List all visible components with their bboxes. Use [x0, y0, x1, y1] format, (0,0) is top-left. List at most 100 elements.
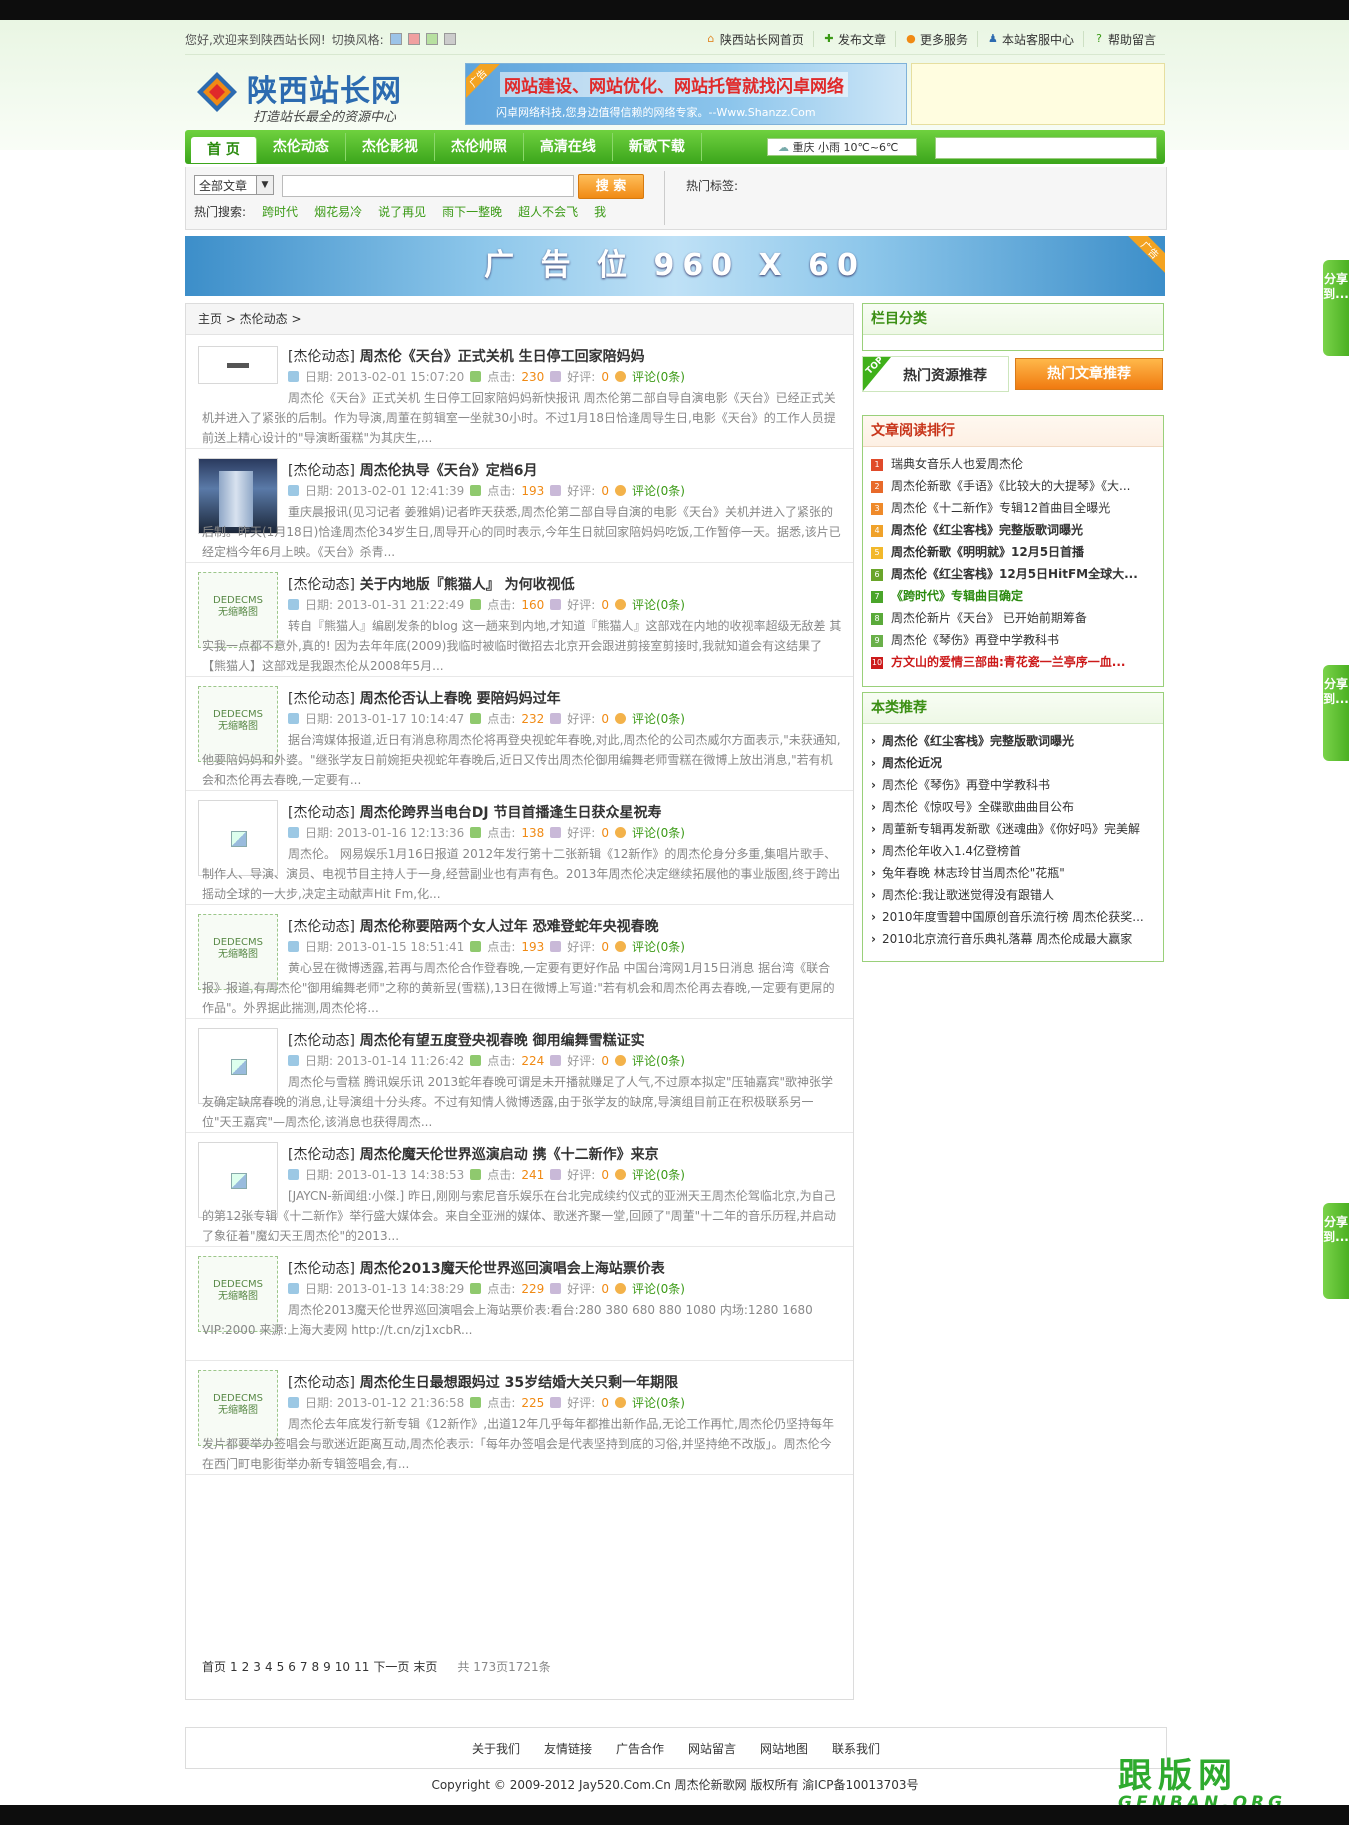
- page-number-link[interactable]: 2: [242, 1652, 250, 1682]
- article-category[interactable]: [杰伦动态]: [288, 577, 355, 593]
- recommend-item[interactable]: 周杰伦:我让歌迷觉得没有跟错人: [871, 884, 1153, 906]
- meta-comments-link[interactable]: 评论(0条): [632, 1394, 685, 1411]
- hot-keyword-5[interactable]: 超人不会飞: [518, 203, 578, 220]
- recommend-item[interactable]: 周董新专辑再发新歌《迷魂曲》《你好吗》完美解: [871, 818, 1153, 840]
- tab-hot-articles[interactable]: 热门文章推荐: [1015, 358, 1163, 390]
- article-category[interactable]: [杰伦动态]: [288, 805, 355, 821]
- page-first-link[interactable]: 首页: [202, 1652, 226, 1682]
- meta-comments-link[interactable]: 评论(0条): [632, 482, 685, 499]
- page-number-link[interactable]: 5: [277, 1652, 285, 1682]
- nav-item-4[interactable]: 杰伦帅照: [435, 133, 524, 161]
- recommend-item[interactable]: 周杰伦《惊叹号》全碟歌曲曲目公布: [871, 796, 1153, 818]
- recommend-item[interactable]: 2010年度雪碧中国原创音乐流行榜 周杰伦获奖...: [871, 906, 1153, 928]
- top-link-3[interactable]: ● 更多服务: [894, 31, 977, 47]
- style-swatch-4[interactable]: [443, 33, 456, 45]
- nav-search-box[interactable]: [935, 137, 1157, 159]
- article-title[interactable]: [杰伦动态] 周杰伦《天台》正式关机 生日停工回家陪妈妈: [288, 346, 645, 366]
- header-ad-banner[interactable]: 广告 网站建设、网站优化、网站托管就找闪卓网络 闪卓网络科技,您身边值得信赖的网…: [465, 63, 907, 125]
- footer-link-1[interactable]: 关于我们: [472, 1740, 520, 1757]
- article-category[interactable]: [杰伦动态]: [288, 1375, 355, 1391]
- article-title[interactable]: [杰伦动态] 周杰伦跨界当电台DJ 节目首播逢生日获众星祝寿: [288, 802, 662, 822]
- ranking-item[interactable]: 6 周杰伦《红尘客栈》12月5日HitFM全球大...: [871, 563, 1153, 585]
- nav-item-3[interactable]: 杰伦影视: [346, 133, 435, 161]
- top-link-4[interactable]: ♟ 本站客服中心: [976, 31, 1083, 47]
- search-input[interactable]: [282, 175, 574, 197]
- article-title[interactable]: [杰伦动态] 周杰伦否认上春晚 要陪妈妈过年: [288, 688, 561, 708]
- share-tab-2[interactable]: 分享到...: [1323, 665, 1349, 761]
- page-number-link[interactable]: 4: [265, 1652, 273, 1682]
- search-button[interactable]: 搜 索: [578, 174, 644, 199]
- article-category[interactable]: [杰伦动态]: [288, 1033, 355, 1049]
- page-number-link[interactable]: 3: [253, 1652, 261, 1682]
- article-title[interactable]: [杰伦动态] 关于内地版『熊猫人』 为何收视低: [288, 574, 575, 594]
- recommend-item[interactable]: 2010北京流行音乐典礼落幕 周杰伦成最大赢家: [871, 928, 1153, 950]
- page-last-link[interactable]: 末页: [413, 1652, 437, 1682]
- article-category[interactable]: [杰伦动态]: [288, 691, 355, 707]
- page-number-link[interactable]: 10: [335, 1652, 350, 1682]
- article-category[interactable]: [杰伦动态]: [288, 1147, 355, 1163]
- footer-link-2[interactable]: 友情链接: [544, 1740, 592, 1757]
- article-category[interactable]: [杰伦动态]: [288, 919, 355, 935]
- footer-link-6[interactable]: 联系我们: [832, 1740, 880, 1757]
- article-title[interactable]: [杰伦动态] 周杰伦2013魔天伦世界巡回演唱会上海站票价表: [288, 1258, 665, 1278]
- ranking-item[interactable]: 10 方文山的爱情三部曲:青花瓷一兰亭序一血...: [871, 651, 1153, 673]
- page-number-link[interactable]: 6: [288, 1652, 296, 1682]
- meta-comments-link[interactable]: 评论(0条): [632, 368, 685, 385]
- nav-item-6[interactable]: 新歌下载: [613, 133, 702, 161]
- recommend-item[interactable]: 兔年春晚 林志玲甘当周杰伦"花瓶": [871, 862, 1153, 884]
- ranking-item[interactable]: 1 瑞典女音乐人也爱周杰伦: [871, 453, 1153, 475]
- top-link-5[interactable]: ? 帮助留言: [1082, 31, 1165, 47]
- meta-comments-link[interactable]: 评论(0条): [632, 1166, 685, 1183]
- ranking-item[interactable]: 2 周杰伦新歌《手语》《比较大的大提琴》《大...: [871, 475, 1153, 497]
- article-category[interactable]: [杰伦动态]: [288, 463, 355, 479]
- recommend-item[interactable]: 周杰伦年收入1.4亿登榜首: [871, 840, 1153, 862]
- hot-keyword-6[interactable]: 我: [594, 203, 606, 220]
- page-number-link[interactable]: 1: [230, 1652, 238, 1682]
- hot-keyword-4[interactable]: 雨下一整晚: [442, 203, 502, 220]
- top-link-1[interactable]: ⌂ 陕西站长网首页: [696, 31, 813, 47]
- big-ad-banner[interactable]: 广 告 位 960 X 60 广告: [185, 236, 1165, 296]
- tab-hot-resources[interactable]: TOP 热门资源推荐: [862, 355, 1009, 392]
- nav-item-1[interactable]: 首 页: [191, 137, 257, 163]
- article-title[interactable]: [杰伦动态] 周杰伦有望五度登央视春晚 御用编舞雪糕证实: [288, 1030, 645, 1050]
- footer-link-3[interactable]: 广告合作: [616, 1740, 664, 1757]
- meta-comments-link[interactable]: 评论(0条): [632, 710, 685, 727]
- style-swatch-3[interactable]: [425, 33, 438, 45]
- site-logo[interactable]: 陕西站长网 打造站长最全的资源中心: [195, 64, 445, 125]
- article-title[interactable]: [杰伦动态] 周杰伦执导《天台》定档6月: [288, 460, 538, 480]
- ranking-item[interactable]: 7 《跨时代》专辑曲目确定: [871, 585, 1153, 607]
- footer-link-4[interactable]: 网站留言: [688, 1740, 736, 1757]
- article-title[interactable]: [杰伦动态] 周杰伦生日最想跟妈过 35岁结婚大关只剩一年期限: [288, 1372, 678, 1392]
- meta-comments-link[interactable]: 评论(0条): [632, 1052, 685, 1069]
- recommend-item[interactable]: 周杰伦《琴伤》再登中学教科书: [871, 774, 1153, 796]
- share-tab-3[interactable]: 分享到...: [1323, 1203, 1349, 1299]
- meta-comments-link[interactable]: 评论(0条): [632, 596, 685, 613]
- article-title[interactable]: [杰伦动态] 周杰伦魔天伦世界巡演启动 携《十二新作》来京: [288, 1144, 659, 1164]
- style-swatch-1[interactable]: [389, 33, 402, 45]
- ranking-item[interactable]: 4 周杰伦《红尘客栈》完整版歌词曝光: [871, 519, 1153, 541]
- meta-comments-link[interactable]: 评论(0条): [632, 938, 685, 955]
- meta-comments-link[interactable]: 评论(0条): [632, 1280, 685, 1297]
- page-number-link[interactable]: 7: [300, 1652, 308, 1682]
- ranking-item[interactable]: 8 周杰伦新片《天台》 已开始前期筹备: [871, 607, 1153, 629]
- page-number-link[interactable]: 11: [354, 1652, 369, 1682]
- article-title[interactable]: [杰伦动态] 周杰伦称要陪两个女人过年 恐难登蛇年央视春晚: [288, 916, 659, 936]
- ranking-item[interactable]: 5 周杰伦新歌《明明就》12月5日首播: [871, 541, 1153, 563]
- hot-keyword-2[interactable]: 烟花易冷: [314, 203, 362, 220]
- recommend-item[interactable]: 周杰伦《红尘客栈》完整版歌词曝光: [871, 730, 1153, 752]
- share-tab-1[interactable]: 分享到...: [1323, 260, 1349, 356]
- top-link-2[interactable]: ✚ 发布文章: [812, 31, 895, 47]
- ranking-item[interactable]: 3 周杰伦《十二新作》专辑12首曲目全曝光: [871, 497, 1153, 519]
- footer-link-5[interactable]: 网站地图: [760, 1740, 808, 1757]
- page-next-link[interactable]: 下一页: [373, 1652, 409, 1682]
- style-swatch-2[interactable]: [407, 33, 420, 45]
- nav-item-5[interactable]: 高清在线: [524, 133, 613, 161]
- nav-item-2[interactable]: 杰伦动态: [257, 133, 346, 161]
- breadcrumb[interactable]: 主页 > 杰伦动态 >: [186, 304, 853, 335]
- article-thumbnail[interactable]: [198, 346, 278, 384]
- page-number-link[interactable]: 8: [312, 1652, 320, 1682]
- search-scope-select[interactable]: 全部文章 ▼: [194, 175, 274, 195]
- ranking-item[interactable]: 9 周杰伦《琴伤》再登中学教科书: [871, 629, 1153, 651]
- meta-comments-link[interactable]: 评论(0条): [632, 824, 685, 841]
- hot-keyword-3[interactable]: 说了再见: [378, 203, 426, 220]
